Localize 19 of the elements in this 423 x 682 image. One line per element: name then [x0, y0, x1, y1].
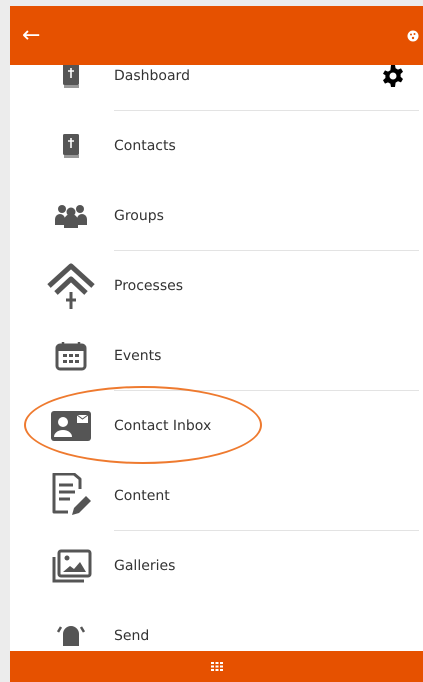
- grid-icon[interactable]: [210, 662, 222, 671]
- menu-item[interactable]: Events: [114, 348, 162, 364]
- menu-item[interactable]: Contact Inbox: [114, 418, 212, 434]
- people-icon: [53, 203, 89, 229]
- settings-icon[interactable]: [381, 65, 405, 88]
- back-button[interactable]: ←: [22, 24, 40, 46]
- calendar-icon: [55, 341, 87, 371]
- menu-item[interactable]: Send: [114, 628, 150, 644]
- chevron-cross-icon: [45, 262, 97, 310]
- menu-item[interactable]: Content: [114, 488, 170, 504]
- menu-item[interactable]: Contacts: [114, 138, 176, 154]
- menu-item[interactable]: Processes: [114, 278, 184, 294]
- menu-item[interactable]: Groups: [114, 208, 164, 224]
- book-icon: [62, 133, 80, 159]
- bell-icon: [57, 626, 85, 646]
- menu-item[interactable]: Dashboard: [114, 68, 190, 84]
- photo-gallery-icon: [50, 549, 92, 583]
- contact-card-icon: [50, 410, 92, 442]
- menu-item[interactable]: Galleries: [114, 558, 176, 574]
